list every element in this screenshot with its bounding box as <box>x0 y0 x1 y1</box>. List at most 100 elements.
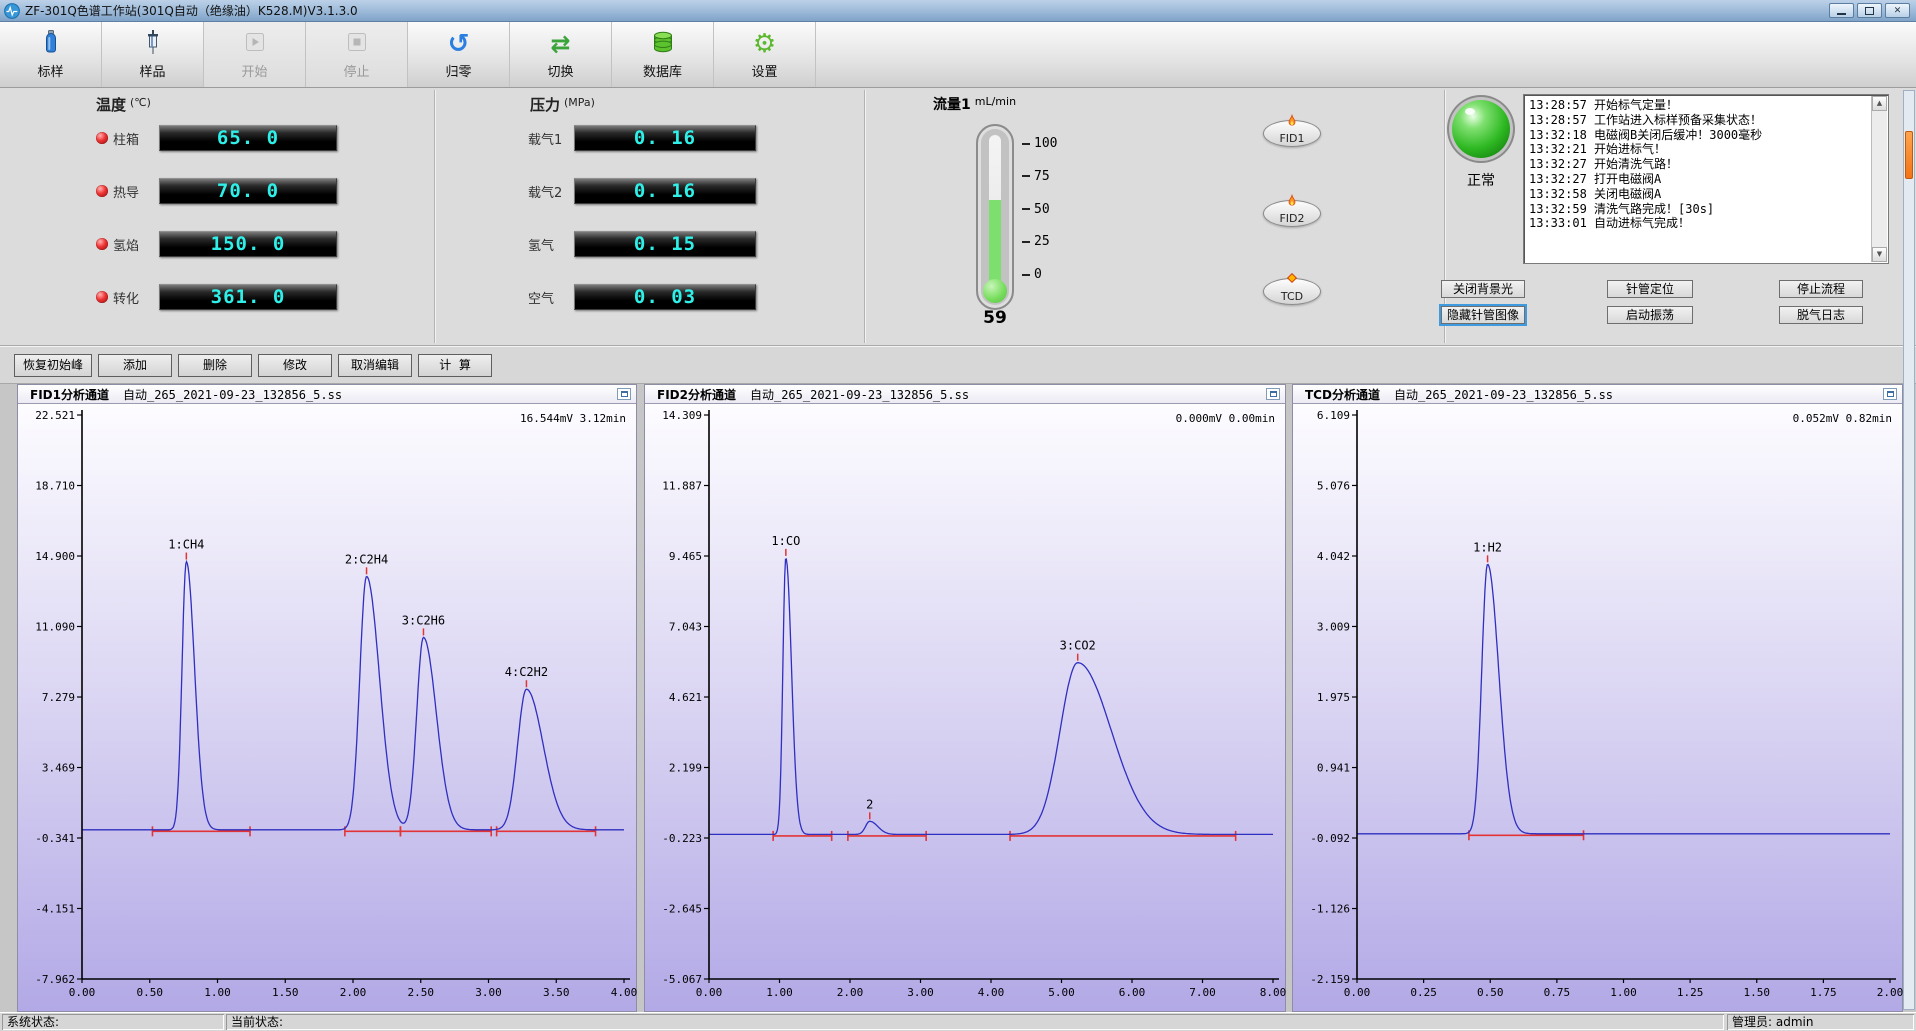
pressure-display: 0. 15 <box>574 231 756 257</box>
svg-text:4:C2H2: 4:C2H2 <box>505 665 548 679</box>
status-lamp-label: 正常 <box>1448 170 1514 190</box>
status-lamp <box>1452 100 1510 158</box>
pressure-display: 0. 16 <box>574 178 756 204</box>
svg-text:0.50: 0.50 <box>1477 986 1504 999</box>
status-bar: 系统状态: 当前状态: 管理员: admin <box>0 1012 1916 1031</box>
svg-text:3.00: 3.00 <box>907 986 934 999</box>
action-button[interactable]: 关闭背景光 <box>1441 280 1525 298</box>
svg-text:3:CO2: 3:CO2 <box>1060 639 1096 653</box>
flow-thermometer <box>976 124 1014 310</box>
right-scrollbar-thumb[interactable] <box>1905 131 1913 179</box>
restore-window-icon[interactable] <box>617 388 631 400</box>
action-button[interactable]: 针管定位 <box>1607 280 1693 298</box>
svg-text:1.00: 1.00 <box>766 986 793 999</box>
edit-button[interactable]: 取消编辑 <box>338 354 412 377</box>
toolbar-button-label: 切换 <box>547 61 573 80</box>
svg-text:0.00: 0.00 <box>69 986 96 999</box>
svg-text:-2.159: -2.159 <box>1310 973 1350 986</box>
control-panel: 温度(℃) 柱箱65. 0热导70. 0氢焰150. 0转化361. 0 压力(… <box>0 88 1916 346</box>
temperature-row: 氢焰150. 0 <box>96 231 337 257</box>
led-indicator <box>96 291 108 303</box>
temperature-row: 柱箱65. 0 <box>96 125 337 151</box>
edit-button[interactable]: 添加 <box>98 354 172 377</box>
chart-plot[interactable]: 6.1095.0764.0423.0091.9750.941-0.092-1.1… <box>1293 404 1902 1011</box>
gear-icon: ⚙ <box>753 31 776 57</box>
chart-plot[interactable]: 14.30911.8879.4657.0434.6212.199-0.223-2… <box>645 404 1285 1011</box>
action-button[interactable]: 停止流程 <box>1779 280 1863 298</box>
log-line: 13:32:58 关闭电磁阀A <box>1529 187 1870 202</box>
divider <box>434 90 435 343</box>
minimize-button[interactable] <box>1829 3 1854 18</box>
toolbar: 标样样品开始停止↺归零⇄切换数据库⚙设置 <box>0 22 1916 88</box>
toolbar-button-database[interactable]: 数据库 <box>612 22 714 87</box>
detector-button-fid2[interactable]: FID2 <box>1263 200 1321 227</box>
edit-button[interactable]: 删除 <box>178 354 252 377</box>
svg-text:3.469: 3.469 <box>42 762 75 775</box>
svg-text:3.00: 3.00 <box>475 986 502 999</box>
scroll-down-icon[interactable]: ▼ <box>1872 247 1887 262</box>
svg-text:1.75: 1.75 <box>1810 986 1837 999</box>
chart-header: FID2分析通道 自动_265_2021-09-23_132856_5.ss <box>645 385 1285 404</box>
log-line: 13:28:57 工作站进入标样预备采集状态！ <box>1529 113 1870 128</box>
close-button[interactable]: ✕ <box>1885 3 1910 18</box>
chart-plot[interactable]: 22.52118.71014.90011.0907.2793.469-0.341… <box>18 404 636 1011</box>
status-log[interactable]: 13:28:57 开始标气定量！13:28:57 工作站进入标样预备采集状态！1… <box>1523 94 1889 264</box>
scroll-up-icon[interactable]: ▲ <box>1872 96 1887 111</box>
svg-text:7.279: 7.279 <box>42 691 75 704</box>
pressure-row: 氢气0. 15 <box>528 231 756 257</box>
svg-text:4.621: 4.621 <box>669 691 702 704</box>
temperature-group-title: 温度(℃) <box>96 94 151 115</box>
toolbar-button-switch-arrows[interactable]: ⇄ 切换 <box>510 22 612 87</box>
charts-region: FID1分析通道 自动_265_2021-09-23_132856_5.ss 2… <box>0 384 1916 1012</box>
led-indicator <box>96 132 108 144</box>
temperature-row: 热导70. 0 <box>96 178 337 204</box>
svg-text:2.00: 2.00 <box>340 986 367 999</box>
pressure-row: 载气10. 16 <box>528 125 756 151</box>
temperature-display: 150. 0 <box>159 231 337 257</box>
edit-button[interactable]: 恢复初始峰 <box>14 354 92 377</box>
svg-text:-0.092: -0.092 <box>1310 832 1350 845</box>
restore-window-icon[interactable] <box>1266 388 1280 400</box>
toolbar-button-label: 标样 <box>37 61 63 80</box>
switch-arrows-icon: ⇄ <box>550 32 570 56</box>
svg-text:2.00: 2.00 <box>837 986 864 999</box>
svg-text:0.75: 0.75 <box>1544 986 1571 999</box>
action-button[interactable]: 脱气日志 <box>1779 306 1863 324</box>
maximize-button[interactable] <box>1857 3 1882 18</box>
svg-text:8.00: 8.00 <box>1260 986 1287 999</box>
svg-text:1.00: 1.00 <box>204 986 231 999</box>
led-indicator <box>96 238 108 250</box>
toolbar-button-label: 样品 <box>139 61 165 80</box>
detector-button-tcd[interactable]: TCD <box>1263 278 1321 305</box>
toolbar-button-syringe[interactable]: 样品 <box>102 22 204 87</box>
pressure-label: 载气1 <box>528 129 574 148</box>
edit-button[interactable]: 修改 <box>258 354 332 377</box>
svg-text:2:C2H4: 2:C2H4 <box>345 552 388 566</box>
svg-text:2: 2 <box>866 797 873 811</box>
svg-text:4.00: 4.00 <box>978 986 1005 999</box>
log-scrollbar[interactable]: ▲ ▼ <box>1871 96 1887 262</box>
flow-scale-tick: 25 <box>1022 234 1057 249</box>
stop-icon <box>344 29 370 58</box>
toolbar-button-gas-cylinder[interactable]: 标样 <box>0 22 102 87</box>
svg-text:4.042: 4.042 <box>1317 550 1350 563</box>
detector-button-fid1[interactable]: FID1 <box>1263 120 1321 147</box>
toolbar-button-reset-arrow[interactable]: ↺归零 <box>408 22 510 87</box>
svg-text:1.50: 1.50 <box>1744 986 1771 999</box>
toolbar-button-label: 数据库 <box>643 61 682 80</box>
restore-window-icon[interactable] <box>1883 388 1897 400</box>
application-window: ZF-301Q色谱工作站(301Q自动（绝缘油）K528.M)V3.1.3.0 … <box>0 0 1916 1031</box>
edit-button[interactable]: 计 算 <box>418 354 492 377</box>
toolbar-button-play: 开始 <box>204 22 306 87</box>
log-line: 13:32:59 清洗气路完成！[30s] <box>1529 202 1870 217</box>
action-button[interactable]: 隐藏针管图像 <box>1441 306 1525 324</box>
toolbar-button-gear[interactable]: ⚙设置 <box>714 22 816 87</box>
flow-scale-tick: 0 <box>1022 267 1057 282</box>
log-line: 13:32:27 开始清洗气路！ <box>1529 157 1870 172</box>
chart-header: FID1分析通道 自动_265_2021-09-23_132856_5.ss <box>18 385 636 404</box>
svg-text:22.521: 22.521 <box>35 409 75 422</box>
pressure-display: 0. 16 <box>574 125 756 151</box>
temperature-display: 65. 0 <box>159 125 337 151</box>
svg-text:11.090: 11.090 <box>35 620 75 633</box>
action-button[interactable]: 启动振荡 <box>1607 306 1693 324</box>
